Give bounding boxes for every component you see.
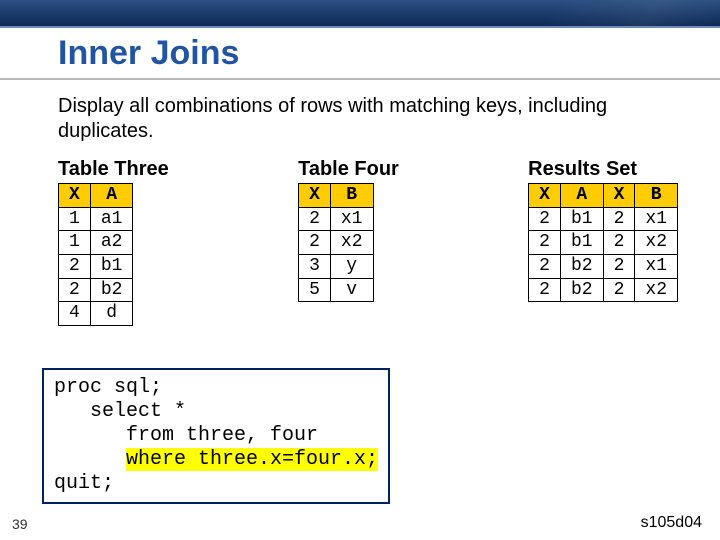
table-row: 2b22x2: [529, 278, 678, 302]
table-row: 3y: [299, 255, 373, 279]
col-header: X: [529, 184, 561, 208]
cell: 2: [603, 207, 635, 231]
table-row: X A X B: [529, 184, 678, 208]
cell: v: [330, 278, 373, 302]
table-row: 2b12x2: [529, 231, 678, 255]
cell: x2: [635, 278, 678, 302]
cell: d: [90, 302, 133, 326]
col-header: X: [59, 184, 91, 208]
col-header: X: [299, 184, 331, 208]
code-line: quit;: [54, 472, 114, 495]
table-row: 2b2: [59, 278, 133, 302]
sql-code-block: proc sql; select * from three, four wher…: [42, 368, 390, 504]
cell: 2: [529, 207, 561, 231]
cell: 1: [59, 207, 91, 231]
code-highlight: where three.x=four.x;: [126, 448, 378, 471]
cell: 5: [299, 278, 331, 302]
table-row: 2b22x1: [529, 255, 678, 279]
table-row: 2x1: [299, 207, 373, 231]
cell: b2: [560, 278, 603, 302]
cell: y: [330, 255, 373, 279]
table-row: 1a2: [59, 231, 133, 255]
table-row: 4d: [59, 302, 133, 326]
cell: 4: [59, 302, 91, 326]
cell: 2: [603, 255, 635, 279]
cell: 2: [529, 278, 561, 302]
table-four-block: Table Four X B 2x1 2x2 3y 5v: [298, 158, 399, 302]
table-row: 5v: [299, 278, 373, 302]
code-line: proc sql;: [54, 376, 162, 399]
cell: 2: [299, 207, 331, 231]
page-title: Inner Joins: [58, 34, 239, 73]
cell: a2: [90, 231, 133, 255]
cell: x2: [330, 231, 373, 255]
cell: x1: [635, 255, 678, 279]
cell: b1: [560, 207, 603, 231]
table-row: 2b1: [59, 255, 133, 279]
slide-code: s105d04: [641, 514, 702, 532]
cell: b1: [560, 231, 603, 255]
table-row: X B: [299, 184, 373, 208]
header-ribbon: [0, 0, 720, 28]
cell: 3: [299, 255, 331, 279]
cell: a1: [90, 207, 133, 231]
cell: 2: [59, 255, 91, 279]
table-row: 2b12x1: [529, 207, 678, 231]
results-set-caption: Results Set: [528, 158, 678, 181]
cell: 1: [59, 231, 91, 255]
cell: x1: [330, 207, 373, 231]
title-underline: [0, 78, 720, 80]
description-text: Display all combinations of rows with ma…: [58, 94, 648, 144]
cell: 2: [529, 255, 561, 279]
results-set-table: X A X B 2b12x1 2b12x2 2b22x1 2b22x2: [528, 183, 678, 302]
col-header: A: [560, 184, 603, 208]
table-three-block: Table Three X A 1a1 1a2 2b1 2b2 4d: [58, 158, 169, 326]
results-set-block: Results Set X A X B 2b12x1 2b12x2 2b22x1…: [528, 158, 678, 302]
cell: 2: [529, 231, 561, 255]
tables-container: Table Three X A 1a1 1a2 2b1 2b2 4d Table…: [58, 158, 678, 326]
table-row: 1a1: [59, 207, 133, 231]
col-header: B: [635, 184, 678, 208]
cell: b2: [90, 278, 133, 302]
cell: b2: [560, 255, 603, 279]
cell: 2: [59, 278, 91, 302]
table-four: X B 2x1 2x2 3y 5v: [298, 183, 373, 302]
table-four-caption: Table Four: [298, 158, 399, 181]
code-indent: [54, 448, 126, 471]
cell: 2: [603, 231, 635, 255]
slide-number: 39: [12, 516, 28, 532]
table-three: X A 1a1 1a2 2b1 2b2 4d: [58, 183, 133, 326]
table-three-caption: Table Three: [58, 158, 169, 181]
cell: x1: [635, 207, 678, 231]
col-header: A: [90, 184, 133, 208]
cell: 2: [299, 231, 331, 255]
table-row: 2x2: [299, 231, 373, 255]
col-header: X: [603, 184, 635, 208]
col-header: B: [330, 184, 373, 208]
cell: x2: [635, 231, 678, 255]
code-line: from three, four: [54, 424, 318, 447]
table-row: X A: [59, 184, 133, 208]
code-line: select *: [54, 400, 186, 423]
cell: 2: [603, 278, 635, 302]
cell: b1: [90, 255, 133, 279]
